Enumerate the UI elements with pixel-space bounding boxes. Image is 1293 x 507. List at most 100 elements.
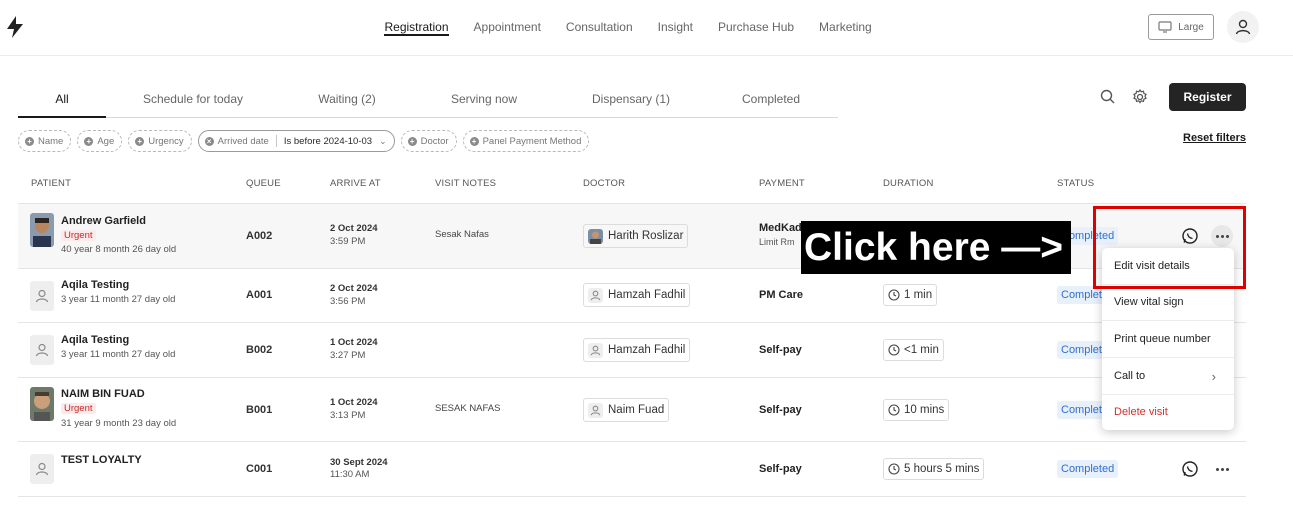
nav-insight[interactable]: Insight [645,0,705,56]
patient-name[interactable]: NAIM BIN FUAD [61,388,145,400]
col-queue: QUEUE [246,178,281,189]
duration-chip: 5 hours 5 mins [883,458,985,480]
menu-call-to[interactable]: Call to › [1102,358,1234,395]
register-button[interactable]: Register [1169,83,1246,111]
duration-chip: <1 min [883,339,944,361]
status-tabs: All Schedule for today Waiting (2) Servi… [18,83,838,118]
user-avatar-button[interactable] [1227,11,1259,43]
user-icon [588,342,603,358]
arrive-date: 1 Oct 2024 [330,397,378,408]
tab-waiting[interactable]: Waiting (2) [294,83,400,118]
visit-notes: Sesak Nafas [435,229,489,240]
payment-method: Self-pay [759,344,802,356]
doctor-chip: Naim Fuad [583,398,670,422]
reset-filters-link[interactable]: Reset filters [1183,132,1246,144]
patient-name[interactable]: Aqila Testing [61,279,129,291]
table-header: PATIENT QUEUE ARRIVE AT VISIT NOTES DOCT… [18,168,1246,204]
filter-panel-payment-chip[interactable]: + Panel Payment Method [462,130,590,152]
default-avatar-icon [30,454,54,484]
plus-icon: + [135,136,145,146]
plus-icon: + [84,136,94,146]
tab-dispensary[interactable]: Dispensary (1) [576,83,686,118]
filter-doctor-label: Doctor [420,135,449,147]
search-icon[interactable] [1099,88,1117,106]
col-doctor: DOCTOR [583,178,626,189]
patient-photo [30,387,54,421]
doctor-name: Hamzah Fadhil [608,344,686,356]
filter-doctor-chip[interactable]: + Doctor [400,130,457,152]
menu-delete-visit[interactable]: Delete visit [1102,394,1234,431]
top-bar: Registration Appointment Consultation In… [0,0,1293,56]
doctor-name: Hamzah Fadhil [608,289,686,301]
filter-bar: + Name + Age + Urgency × Arrived date Is befo… [18,130,590,152]
arrive-date: 1 Oct 2024 [330,337,378,348]
filter-name-chip[interactable]: + Name [18,130,72,152]
arrive-time: 11:30 AM [330,469,370,480]
default-avatar-icon [30,281,54,311]
bolt-logo-icon[interactable] [6,16,24,38]
arrive-time: 3:13 PM [330,410,366,421]
patient-age: 3 year 11 month 27 day old [61,294,176,305]
tab-all[interactable]: All [18,83,106,118]
remove-icon[interactable]: × [204,136,214,146]
user-icon [588,402,603,418]
table-row[interactable]: Aqila Testing 3 year 11 month 27 day old… [18,269,1246,323]
filter-age-label: Age [97,135,115,147]
tab-completed[interactable]: Completed [718,83,824,118]
patient-name[interactable]: Andrew Garfield [61,215,146,227]
monitor-icon [1158,21,1172,33]
gear-icon[interactable] [1131,88,1149,106]
patient-photo [30,213,54,247]
filter-urgency-chip[interactable]: + Urgency [128,130,192,152]
clock-icon [888,289,900,301]
filter-arrived-date-chip[interactable]: × Arrived date Is before 2024-10-03 ⌄ [197,130,395,152]
clock-icon [888,344,900,356]
filter-arrived-value: Is before 2024-10-03 [283,135,373,147]
nav-marketing[interactable]: Marketing [807,0,885,56]
queue-number: B001 [246,404,273,416]
patient-name[interactable]: Aqila Testing [61,334,129,346]
duration-chip: 10 mins [883,399,950,421]
click-here-annotation: Click here —> [801,221,1071,274]
clock-icon [888,404,900,416]
table-row[interactable]: Aqila Testing 3 year 11 month 27 day old… [18,323,1246,378]
display-size-button[interactable]: Large [1148,14,1214,40]
arrive-date: 2 Oct 2024 [330,223,378,234]
plus-icon: + [407,136,417,146]
whatsapp-icon[interactable] [1181,460,1199,478]
filter-name-label: Name [38,135,64,147]
queue-number: C001 [246,463,273,475]
queue-number: A002 [246,230,273,242]
table-row[interactable]: TEST LOYALTY C001 30 Sept 2024 11:30 AM … [18,442,1246,497]
col-visit-notes: VISIT NOTES [435,178,497,189]
patient-name[interactable]: TEST LOYALTY [61,454,142,466]
col-patient: PATIENT [31,178,72,189]
nav-registration[interactable]: Registration [372,0,461,56]
table-row[interactable]: NAIM BIN FUAD Urgent 31 year 9 month 23 … [18,378,1246,442]
tab-serving-now[interactable]: Serving now [430,83,538,118]
nav-appointment[interactable]: Appointment [461,0,553,56]
visit-notes: SESAK NAFAS [435,403,501,414]
nav-consultation[interactable]: Consultation [553,0,645,56]
duration-chip: 1 min [883,284,938,306]
more-actions-button[interactable] [1211,458,1233,480]
queue-number: A001 [246,289,273,301]
arrive-time: 3:59 PM [330,236,366,247]
duration-value: <1 min [904,344,939,356]
payment-method: PM Care [759,289,804,301]
doctor-chip: Hamzah Fadhil [583,338,691,362]
plus-icon: + [25,136,34,146]
col-duration: DURATION [883,178,934,189]
tab-schedule-for-today[interactable]: Schedule for today [123,83,263,118]
patient-age: 3 year 11 month 27 day old [61,349,176,360]
col-payment: PAYMENT [759,178,805,189]
nav-purchase-hub[interactable]: Purchase Hub [706,0,807,56]
arrive-time: 3:27 PM [330,350,366,361]
status-badge: Completed [1057,460,1119,478]
filter-age-chip[interactable]: + Age [77,130,123,152]
chevron-right-icon: › [1211,369,1216,384]
menu-print-queue-number[interactable]: Print queue number [1102,321,1234,358]
duration-value: 10 mins [904,404,945,416]
menu-view-vital-sign[interactable]: View vital sign [1102,284,1234,321]
col-status: STATUS [1057,178,1095,189]
